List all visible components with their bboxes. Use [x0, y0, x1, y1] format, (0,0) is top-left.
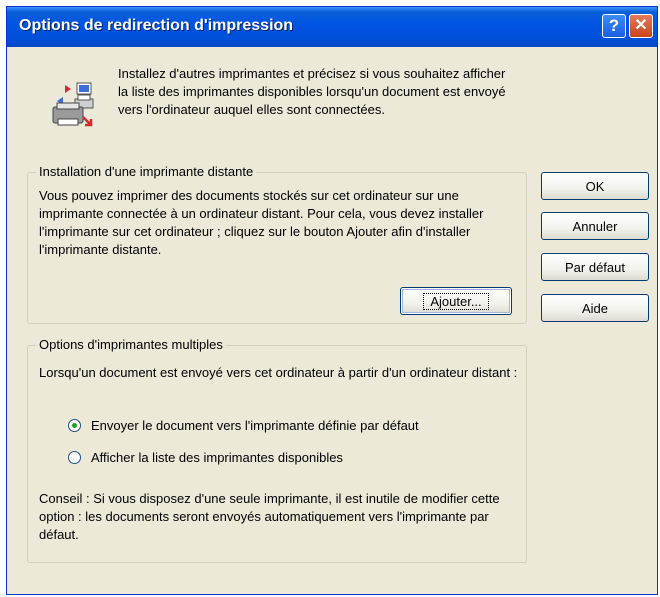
multi-printer-group: Options d'imprimantes multiples Lorsqu'u…: [27, 337, 527, 563]
close-icon[interactable]: ✕: [629, 14, 653, 38]
remote-printer-group: Installation d'une imprimante distante V…: [27, 164, 527, 324]
remote-printer-description: Vous pouvez imprimer des documents stock…: [39, 188, 484, 257]
printer-network-icon: [52, 82, 94, 127]
radio-default-printer-label: Envoyer le document vers l'imprimante dé…: [91, 418, 419, 433]
intro-text: Installez d'autres imprimantes et précis…: [118, 66, 506, 117]
window-title: Options de redirection d'impression: [19, 17, 294, 34]
help-button[interactable]: Aide: [541, 294, 649, 322]
remote-printer-legend: Installation d'une imprimante distante: [36, 164, 257, 180]
ok-button[interactable]: OK: [541, 172, 649, 200]
add-printer-button[interactable]: Ajouter...: [400, 287, 512, 315]
radio-show-printer-list[interactable]: Afficher la liste des imprimantes dispon…: [68, 450, 343, 465]
radio-button-unchecked[interactable]: [68, 451, 81, 464]
add-printer-label: Ajouter...: [423, 293, 489, 310]
help-icon[interactable]: ?: [602, 14, 626, 38]
dialog-window: Options de redirection d'impression ? ✕ …: [6, 6, 658, 595]
title-bar[interactable]: Options de redirection d'impression ? ✕: [7, 7, 657, 47]
tip-text: Conseil : Si vous disposez d'une seule i…: [39, 491, 500, 542]
multi-printer-legend: Options d'imprimantes multiples: [36, 337, 226, 353]
default-button[interactable]: Par défaut: [541, 253, 649, 281]
radio-show-printer-list-label: Afficher la liste des imprimantes dispon…: [91, 450, 343, 465]
radio-button-checked[interactable]: [68, 419, 81, 432]
multi-printer-description: Lorsqu'un document est envoyé vers cet o…: [39, 365, 518, 380]
cancel-button[interactable]: Annuler: [541, 212, 649, 240]
radio-default-printer[interactable]: Envoyer le document vers l'imprimante dé…: [68, 418, 419, 433]
